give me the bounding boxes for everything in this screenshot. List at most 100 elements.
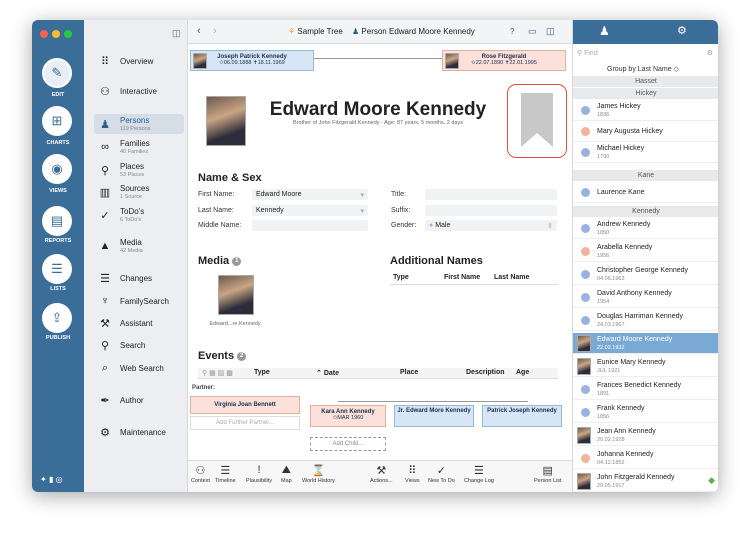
child-card-1[interactable]: Kara Ann Kennedy ✩MAR 1960 [310, 405, 386, 427]
person-row[interactable]: David Anthony Kennedy 1954 [573, 287, 718, 308]
person-row[interactable]: Christopher George Kennedy 04.06.1963 [573, 264, 718, 285]
gear-icon[interactable]: ⚙ [707, 49, 713, 57]
context-tool[interactable]: ⚇ Context [191, 464, 210, 484]
timeline-tool[interactable]: ☰ Timeline [215, 464, 236, 484]
publish-mode-button[interactable]: ⇪ [42, 303, 72, 333]
person-list-tool[interactable]: ▤ Person List [534, 464, 562, 484]
nav-todos[interactable]: ✓ ToDo's 6 ToDo's [98, 207, 184, 223]
person-breadcrumb[interactable]: ♟ Person Edward Moore Kennedy [352, 27, 475, 36]
lists-mode-button[interactable]: ☰ [42, 254, 72, 284]
col-event-date[interactable]: ⌃ Date [316, 369, 339, 377]
back-button[interactable]: ‹ [197, 25, 201, 37]
male-dot-icon [581, 224, 590, 233]
person-row[interactable]: Arabella Kennedy 1956 [573, 241, 718, 262]
mother-card[interactable]: Rose Fitzgerald ✩22.07.1890 ✝22.01.1995 [442, 50, 566, 71]
bookmark-icon[interactable]: ▮ [49, 475, 53, 484]
media-thumbnail[interactable] [218, 275, 254, 315]
person-tab-icon[interactable]: ♟ [599, 24, 610, 38]
charts-mode-button[interactable]: ⊞ [42, 106, 72, 136]
minimize-window-button[interactable] [52, 30, 60, 38]
sync-icon[interactable]: ◎ [56, 475, 63, 484]
father-card[interactable]: Joseph Patrick Kennedy ✩06.09.1888 ✝18.1… [190, 50, 314, 71]
nav-assistant[interactable]: ⚒ Assistant [98, 317, 184, 330]
nav-changes[interactable]: ☰ Changes [98, 272, 184, 285]
person-row-date: 22.02.1932 [597, 345, 625, 351]
timeline-icon: ☰ [220, 465, 231, 477]
person-row[interactable]: Andrew Kennedy 1850 [573, 218, 718, 239]
nav-search[interactable]: ⚲ Search [98, 339, 184, 352]
zoom-window-button[interactable] [64, 30, 72, 38]
person-row-name: Eunice Mary Kennedy [597, 359, 666, 366]
person-row[interactable]: Mary Augusta Hickey [573, 121, 718, 142]
nav-familysearch-label: FamilySearch [120, 296, 169, 306]
person-row[interactable]: Frank Kennedy 1856 [573, 402, 718, 423]
views-tool[interactable]: ⠿ Views [405, 464, 420, 484]
child-card-2[interactable]: Jr. Edward More Kennedy [394, 405, 474, 427]
forward-button[interactable]: › [213, 25, 217, 37]
person-row[interactable]: Johanna Kennedy 04.12.1852 [573, 448, 718, 469]
nav-familysearch[interactable]: ♆ FamilySearch [98, 295, 184, 307]
help-button[interactable]: ? [510, 27, 514, 36]
gender-select[interactable]: ● Male ⇕ [425, 220, 557, 231]
person-row[interactable]: Michael Hickey 1790 [573, 142, 718, 163]
add-child-button[interactable]: Add Child... [310, 437, 386, 451]
middle-name-field[interactable] [252, 220, 368, 231]
change-log-tool[interactable]: ☰ Change Log [464, 464, 494, 484]
group-header-hasset: Hasset [573, 76, 718, 87]
pin-icon: ⚲ [100, 164, 110, 177]
suffix-field[interactable] [425, 205, 557, 216]
add-partner-button[interactable]: Add Further Partner... [190, 416, 300, 430]
close-window-button[interactable] [40, 30, 48, 38]
nav-places[interactable]: ⚲ Places 53 Places [98, 162, 184, 178]
nav-author[interactable]: ✒ Author [98, 394, 184, 407]
tree-breadcrumb[interactable]: ⚘ Sample Tree [288, 27, 343, 36]
person-row[interactable]: Frances Benedict Kennedy 1891 [573, 379, 718, 400]
views-mode-button[interactable]: ◉ [42, 154, 72, 184]
plausibility-tool[interactable]: ! Plausibility [246, 464, 272, 484]
sidebar-toggle-icon[interactable]: ◫ [172, 28, 181, 39]
group-by-select[interactable]: Group by Last Name ◇ [573, 65, 713, 73]
first-name-field[interactable]: Edward Moore ▾ [252, 189, 368, 200]
nav-web-search[interactable]: ⌕ Web Search [98, 362, 184, 375]
person-row[interactable]: Laurence Kane [573, 182, 718, 203]
nav-families[interactable]: ∞ Families 40 Families [98, 139, 184, 155]
reports-mode-button[interactable]: ▤ [42, 206, 72, 236]
magic-wand-icon[interactable]: ✦ [40, 475, 47, 484]
person-row-date: 1856 [597, 414, 610, 420]
settings-tab-icon[interactable]: ⚙ [677, 24, 687, 37]
nav-sources[interactable]: ▥ Sources 1 Source [98, 184, 184, 200]
nav-overview[interactable]: ⠿ Overview [98, 55, 184, 68]
nav-media[interactable]: ▲ Media 42 Media [98, 238, 184, 254]
publish-mode-label: PUBLISH [45, 335, 71, 341]
nav-maintenance[interactable]: ⚙ Maintenance [98, 426, 184, 439]
title-field[interactable] [425, 189, 557, 200]
person-row[interactable]: James Hickey 1836 [573, 100, 718, 121]
new-todo-tool[interactable]: ✓ New To Do [428, 464, 455, 484]
person-portrait[interactable] [206, 96, 246, 146]
nav-persons[interactable]: ♟ Persons 119 Persons [94, 114, 184, 134]
col-first-name: First Name [444, 274, 481, 281]
world-history-tool[interactable]: ⌛ World History [302, 464, 335, 484]
person-row[interactable]: Eunice Mary Kennedy JUL 1921 [573, 356, 718, 377]
person-row[interactable]: Douglas Harriman Kennedy 24.03.1967 [573, 310, 718, 331]
person-row-date: 24.03.1967 [597, 322, 625, 328]
person-row[interactable]: Jean Ann Kennedy 20.02.1928 [573, 425, 718, 446]
find-field[interactable]: ⚲ Find ⚙ [577, 49, 715, 61]
map-tool[interactable]: ⛰ Map [281, 464, 292, 484]
edit-mode-button[interactable]: ✎ [42, 58, 72, 88]
partner-card[interactable]: Virginia Joan Bennett [190, 396, 300, 414]
edit-mode-label: EDIT [51, 92, 65, 98]
person-row[interactable]: John Fitzgerald Kennedy 29.05.1917 ◆ [573, 471, 718, 492]
title-label: Title: [391, 191, 406, 198]
actions-tool[interactable]: ⚒ Actions... [370, 464, 393, 484]
window-icon[interactable]: ▭ [528, 26, 537, 37]
event-filter-icons[interactable]: ⚲ ▦ ▨ ▩ [202, 369, 233, 377]
nav-interactive[interactable]: ⚇ Interactive [98, 85, 184, 98]
ribbon-highlight[interactable] [507, 84, 567, 158]
nav-sources-label: Sources [120, 184, 150, 193]
last-name-field[interactable]: Kennedy ▾ [252, 205, 368, 216]
sidebar-right-icon[interactable]: ◫ [546, 26, 555, 37]
checkmark-circle-icon: ✓ [100, 209, 110, 222]
child-card-3[interactable]: Patrick Joseph Kennedy [482, 405, 562, 427]
person-row-selected[interactable]: Edward Moore Kennedy 22.02.1932 [573, 333, 718, 354]
